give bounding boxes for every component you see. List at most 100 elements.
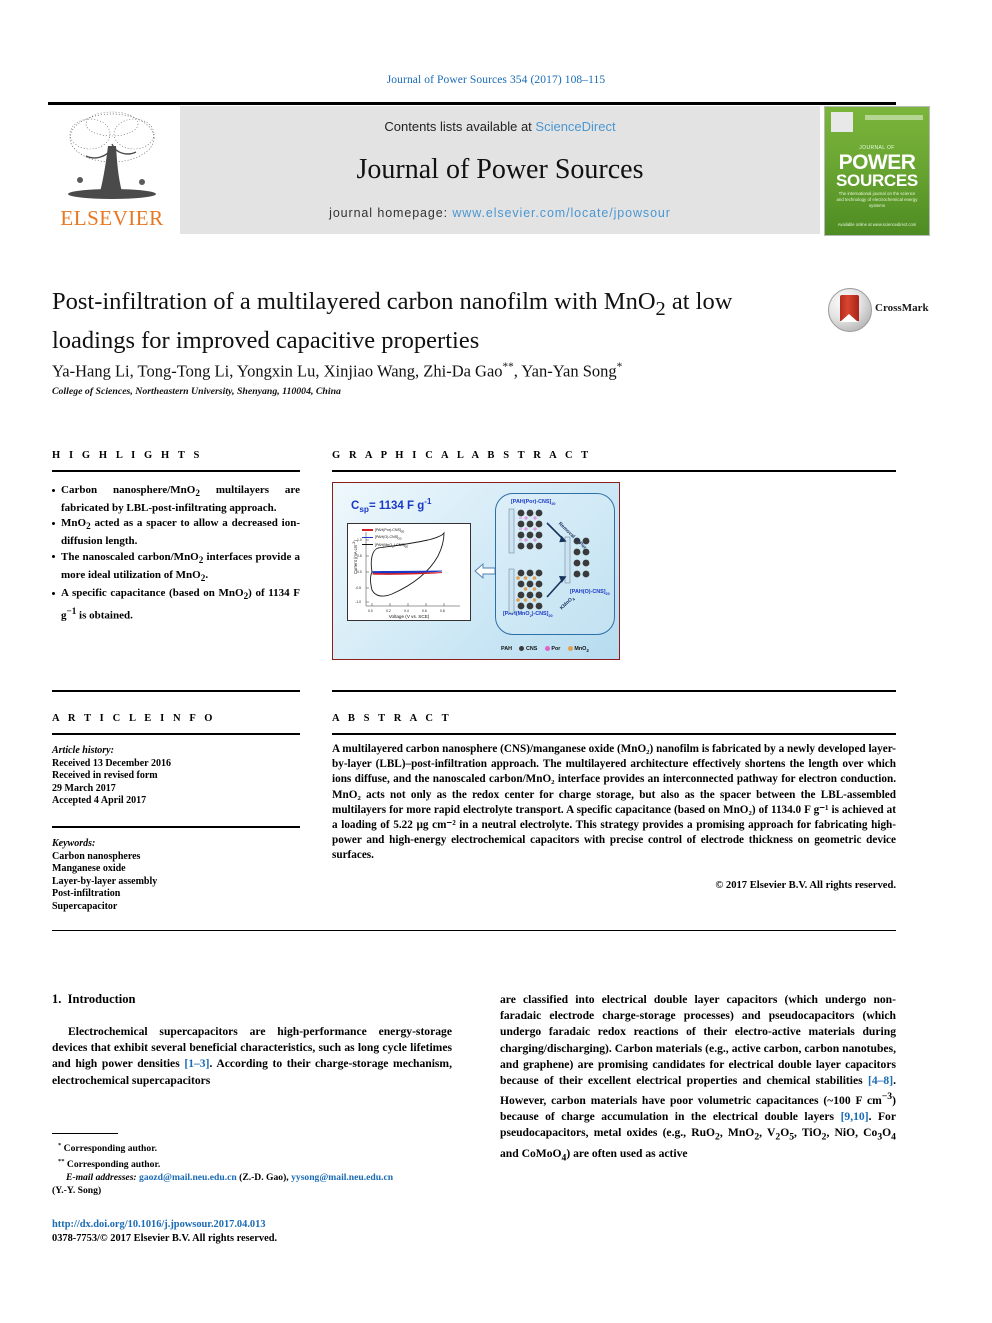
- intro-paragraph-right: are classified into electrical double la…: [500, 993, 896, 1164]
- body-column-left: Electrochemical supercapacitors are high…: [52, 1024, 452, 1089]
- por-dot-icon: [544, 646, 550, 651]
- svg-text:0.0: 0.0: [368, 609, 373, 613]
- cover-elsevier-mark: [831, 112, 853, 132]
- issn-copyright: 0378-7753/© 2017 Elsevier B.V. All right…: [52, 1233, 278, 1244]
- abstract-copyright: © 2017 Elsevier B.V. All rights reserved…: [715, 880, 896, 891]
- key-mno2: MnO2: [567, 646, 589, 653]
- keyword-item: Layer-by-layer assembly: [52, 875, 158, 887]
- contents-prefix: Contents lists available at: [384, 119, 536, 134]
- corr-2-text: Corresponding author.: [66, 1159, 161, 1171]
- highlight-item: MnO2 acted as a spacer to allow a decrea…: [52, 516, 300, 548]
- svg-text:0.2: 0.2: [386, 609, 391, 613]
- cover-footer: Available online at www.sciencedirect.co…: [837, 222, 917, 227]
- history-line: Received 13 December 2016: [52, 757, 171, 769]
- footnote-emails: E-mail addresses: gaozd@mail.neu.edu.cn …: [66, 1172, 394, 1184]
- contents-line: Contents lists available at ScienceDirec…: [180, 119, 820, 134]
- history-line: 29 March 2017: [52, 782, 116, 794]
- affiliation: College of Sciences, Northeastern Univer…: [52, 386, 341, 397]
- crossmark-notch: [840, 314, 858, 322]
- cns-dot-icon: [519, 646, 525, 651]
- email-link-1[interactable]: gaozd@mail.neu.edu.cn: [139, 1172, 237, 1183]
- cv-y-axis-label: Current (mA cm-2): [351, 540, 359, 575]
- crossmark-circle-icon: [828, 288, 872, 332]
- sciencedirect-link[interactable]: ScienceDirect: [535, 119, 615, 134]
- footnote-rule: [52, 1133, 118, 1134]
- cover-top-band: [865, 115, 923, 120]
- figure-key: PAH CNS Por MnO2: [501, 646, 595, 653]
- cover-subtitle: The international journal on the science…: [836, 191, 918, 208]
- highlights-rule: [52, 470, 300, 472]
- email-link-2[interactable]: yysong@mail.neu.edu.cn: [291, 1172, 393, 1183]
- abstract-rule: [332, 733, 896, 735]
- graphical-abstract-figure: Csp= 1134 F g-1 1.0 0.5 0.0 -0.5 -1.0 0.…: [332, 482, 620, 660]
- crossmark-badge[interactable]: CrossMark: [828, 288, 932, 332]
- corr-1-text: Corresponding author.: [63, 1143, 157, 1155]
- homepage-url[interactable]: www.elsevier.com/locate/jpowsour: [452, 206, 670, 220]
- left-arrow-icon: [474, 563, 496, 579]
- cv-legend-item: [PAH(MnO2)-CNS]20: [362, 543, 408, 550]
- legend-swatch-o: [362, 536, 373, 539]
- history-line: Accepted 4 April 2017: [52, 795, 147, 807]
- abstract-text: A multilayered carbon nanosphere (CNS)/m…: [332, 743, 896, 862]
- cv-legend-item: [PAH(Por)-CNS]20: [362, 528, 408, 535]
- citation-4-8[interactable]: [4–8]: [868, 1074, 893, 1087]
- mno2-dot-icon: [567, 646, 573, 651]
- highlight-item: A specific capacitance (based on MnO2) o…: [52, 586, 300, 623]
- masthead-top-rule: [48, 102, 896, 105]
- graphical-abstract-rule: [332, 470, 896, 472]
- author-list: Ya-Hang Li, Tong-Tong Li, Yongxin Lu, Xi…: [52, 361, 623, 381]
- cv-legend-item: [PAH(O)-CNS]20: [362, 535, 408, 542]
- journal-cover-image: JOURNAL OF POWER SOURCES The internation…: [824, 106, 930, 236]
- masthead-center: Contents lists available at ScienceDirec…: [180, 106, 820, 234]
- keyword-item: Manganese oxide: [52, 863, 126, 875]
- cv-legend: [PAH(Por)-CNS]20 [PAH(O)-CNS]20 [PAH(MnO…: [362, 528, 408, 550]
- highlights-bottom-rule: [52, 690, 300, 692]
- section-title: Introduction: [67, 992, 136, 1006]
- highlight-item: The nanoscaled carbon/MnO2 interfaces pr…: [52, 550, 300, 586]
- keyword-item: Post-infiltration: [52, 888, 121, 900]
- article-info-rule: [52, 733, 300, 735]
- legend-swatch-mno2: [362, 543, 373, 546]
- keyword-item: Supercapacitor: [52, 900, 118, 912]
- svg-text:0.4: 0.4: [404, 609, 409, 613]
- footnote-corresponding-2: ** Corresponding author.: [58, 1158, 161, 1171]
- elsevier-tree-icon: [68, 111, 156, 199]
- masthead: ELSEVIER Contents lists available at Sci…: [48, 106, 930, 236]
- article-info-heading: A R T I C L E I N F O: [52, 713, 216, 724]
- journal-homepage-line: journal homepage: www.elsevier.com/locat…: [180, 206, 820, 220]
- journal-title: Journal of Power Sources: [356, 154, 644, 185]
- cover-sources-text: SOURCES: [836, 171, 918, 190]
- footnote-block: * Corresponding author. ** Corresponding…: [52, 1139, 452, 1197]
- history-line: Received in revised form: [52, 770, 158, 782]
- keywords-label: Keywords:: [52, 838, 96, 849]
- highlights-list: Carbon nanosphere/MnO2 multilayers are f…: [52, 483, 300, 624]
- graphical-abstract-bottom-rule: [332, 690, 896, 692]
- abstract-bottom-rule: [52, 930, 896, 931]
- page-title: Post-infiltration of a multilayered carb…: [52, 288, 733, 354]
- footnote-corresponding-1: * Corresponding author.: [58, 1142, 157, 1155]
- elsevier-logo: ELSEVIER: [48, 106, 176, 234]
- svg-text:0.8: 0.8: [440, 609, 445, 613]
- scheme-diagram: [508, 508, 590, 614]
- homepage-label: journal homepage:: [329, 206, 453, 220]
- highlight-item: Carbon nanosphere/MnO2 multilayers are f…: [52, 483, 300, 515]
- section-number: 1.: [52, 992, 62, 1006]
- cv-plot: 1.0 0.5 0.0 -0.5 -1.0 0.0 0.2 0.4 0.6 0.…: [347, 523, 471, 621]
- stack-mno2: [508, 568, 543, 614]
- section-heading-introduction: 1. Introduction: [52, 992, 135, 1007]
- stack-por: [508, 508, 543, 554]
- doi-block: http://dx.doi.org/10.1016/j.jpowsour.201…: [52, 1218, 472, 1246]
- doi-link[interactable]: http://dx.doi.org/10.1016/j.jpowsour.201…: [52, 1218, 472, 1232]
- legend-swatch-por: [362, 529, 373, 531]
- highlights-heading: H I G H L I G H T S: [52, 450, 203, 461]
- abstract-heading: A B S T R A C T: [332, 713, 452, 724]
- article-history-label: Article history:: [52, 745, 114, 756]
- svg-text:-1.0: -1.0: [355, 600, 361, 604]
- keywords-rule: [52, 826, 300, 828]
- citation-1-3[interactable]: [1–3]: [184, 1057, 209, 1070]
- email-name-1: (Z.-D. Gao): [239, 1172, 287, 1184]
- key-pah: PAH: [501, 645, 512, 652]
- elsevier-wordmark: ELSEVIER: [60, 206, 164, 230]
- citation-9-10[interactable]: [9,10]: [841, 1110, 869, 1123]
- keyword-item: Carbon nanospheres: [52, 850, 141, 862]
